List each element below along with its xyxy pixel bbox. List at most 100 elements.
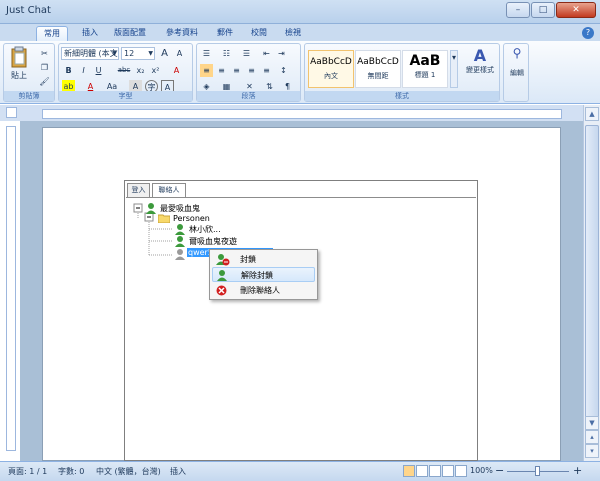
tab-review[interactable]: 校閱: [244, 26, 274, 41]
font-group: 新細明體 (本文 ▼ 12 ▼ A A B I U abc x₂ x² A ab A…: [58, 43, 193, 102]
style-heading-1[interactable]: AaB 標題 1: [402, 50, 448, 88]
style-normal[interactable]: AaBbCcD 內文: [308, 50, 354, 88]
help-icon[interactable]: ?: [582, 27, 594, 39]
minimize-button[interactable]: –: [506, 2, 530, 18]
window-title: Just Chat: [6, 5, 51, 16]
chevron-down-icon: ▼: [148, 50, 153, 57]
decrease-indent-icon[interactable]: ⇤: [260, 47, 273, 60]
styles-scroll[interactable]: ▾: [450, 50, 458, 88]
tab-selector-icon[interactable]: [6, 107, 17, 118]
distributed-icon[interactable]: ≡: [260, 64, 273, 77]
unblock-contact-icon: [217, 270, 227, 281]
font-name-combo[interactable]: 新細明體 (本文 ▼: [61, 47, 119, 60]
style-preview: AaBbCcD: [357, 57, 399, 67]
strikethrough-button[interactable]: abc: [115, 64, 133, 77]
scroll-thumb[interactable]: [585, 125, 599, 445]
increase-indent-icon[interactable]: ⇥: [275, 47, 288, 60]
tab-view[interactable]: 檢視: [278, 26, 308, 41]
style-name: 內文: [324, 72, 338, 80]
contact-offline-icon: [175, 249, 185, 260]
folder-icon: [158, 214, 170, 223]
full-screen-icon[interactable]: [416, 465, 428, 477]
next-page-icon[interactable]: ▾: [585, 444, 599, 458]
align-center-icon[interactable]: ≡: [215, 64, 228, 77]
close-button[interactable]: ✕: [556, 2, 596, 18]
tab-references[interactable]: 參考資料: [160, 26, 204, 41]
ribbon: 貼上 ✂ ❐ 🖌 剪貼簿 新細明體 (本文 ▼ 12 ▼ A A B I U abc…: [0, 41, 600, 104]
context-menu: 封鎖 解除封鎖 刪除聯絡人: [209, 249, 318, 300]
style-preview: AaB: [409, 53, 441, 69]
grow-font-button[interactable]: A: [158, 47, 171, 60]
binoculars-icon: ⚲: [512, 46, 522, 60]
format-painter-icon[interactable]: 🖌: [38, 75, 51, 88]
zoom-out-button[interactable]: −: [495, 464, 504, 477]
contact-icon: [175, 236, 185, 247]
tab-insert[interactable]: 插入: [74, 26, 106, 41]
vertical-scrollbar[interactable]: ▲ ▼ ▴ ▾: [583, 105, 600, 461]
font-name-value: 新細明體 (本文: [64, 49, 118, 58]
menu-item-block[interactable]: 封鎖: [212, 252, 315, 267]
menu-item-label: 解除封鎖: [241, 271, 273, 280]
prev-page-icon[interactable]: ▴: [585, 430, 599, 444]
word-count[interactable]: 字數: 0: [58, 466, 84, 477]
scroll-down-icon[interactable]: ▼: [585, 416, 599, 430]
styles-group: AaBbCcD 內文 AaBbCcD 無間距 AaB 標題 1 ▾ A 變更樣式 樣式: [304, 43, 500, 102]
contact-group-icon: [146, 203, 156, 214]
style-name: 無間距: [367, 72, 389, 80]
line-spacing-icon[interactable]: ↕: [277, 64, 290, 77]
style-no-spacing[interactable]: AaBbCcD 無間距: [355, 50, 401, 88]
multilevel-list-icon[interactable]: ☰: [240, 47, 253, 60]
numbering-icon[interactable]: ☷: [220, 47, 233, 60]
zoom-in-button[interactable]: +: [573, 464, 582, 477]
maximize-button[interactable]: □: [531, 2, 555, 18]
shrink-font-button[interactable]: A: [173, 47, 186, 60]
insert-mode[interactable]: 插入: [170, 466, 186, 477]
page-count[interactable]: 頁面: 1 / 1: [8, 466, 47, 477]
clear-format-button[interactable]: A: [170, 64, 183, 77]
bullets-icon[interactable]: ☰: [200, 47, 213, 60]
align-left-icon[interactable]: ≡: [200, 64, 213, 77]
chevron-down-icon: ▼: [112, 50, 117, 57]
bold-button[interactable]: B: [62, 64, 75, 77]
block-contact-icon: [216, 254, 230, 266]
contact-icon: [175, 224, 185, 235]
superscript-button[interactable]: x²: [149, 64, 162, 77]
paste-label: 貼上: [11, 71, 27, 80]
underline-button[interactable]: U: [92, 64, 105, 77]
clipboard-group-label: 剪貼簿: [4, 91, 54, 101]
align-right-icon[interactable]: ≡: [230, 64, 243, 77]
contact-label[interactable]: 林小欣...: [189, 224, 221, 235]
zoom-level[interactable]: 100%: [470, 466, 493, 475]
paragraph-group-label: 段落: [197, 91, 300, 101]
change-styles-icon: A: [473, 46, 487, 65]
copy-icon[interactable]: ❐: [38, 61, 51, 74]
print-layout-icon[interactable]: [403, 465, 415, 477]
tab-home[interactable]: 常用: [36, 26, 68, 41]
cut-icon[interactable]: ✂: [38, 47, 51, 60]
scroll-up-icon[interactable]: ▲: [585, 107, 599, 121]
justify-icon[interactable]: ≡: [245, 64, 258, 77]
tab-mailings[interactable]: 郵件: [210, 26, 240, 41]
paste-button[interactable]: 貼上: [8, 46, 30, 81]
font-size-combo[interactable]: 12 ▼: [121, 47, 155, 60]
tab-layout[interactable]: 版面配置: [108, 26, 152, 41]
web-layout-icon[interactable]: [429, 465, 441, 477]
vertical-ruler[interactable]: [6, 126, 16, 451]
horizontal-ruler[interactable]: [42, 109, 562, 119]
chat-panel: 登入 聯絡人 最愛吸血鬼 Personen 林小欣... 爾吸血鬼夜遊 qwer…: [124, 180, 478, 461]
language[interactable]: 中文 (繁體，台灣): [96, 466, 161, 477]
paragraph-group: ☰ ☷ ☰ ⇤ ⇥ ≡ ≡ ≡ ≡ ≡ ↕ ◈ ▦ ✕ ⇅ ¶ 段落: [196, 43, 301, 102]
status-bar: 頁面: 1 / 1 字數: 0 中文 (繁體，台灣) 插入 100% − +: [0, 461, 600, 481]
italic-button[interactable]: I: [77, 64, 90, 77]
contact-label[interactable]: 爾吸血鬼夜遊: [189, 236, 237, 247]
menu-item-delete[interactable]: 刪除聯絡人: [212, 283, 315, 298]
menu-item-label: 刪除聯絡人: [240, 286, 280, 295]
menu-item-unblock[interactable]: 解除封鎖: [212, 267, 315, 282]
outline-icon[interactable]: [442, 465, 454, 477]
change-styles-button[interactable]: A 變更樣式: [461, 46, 499, 75]
draft-icon[interactable]: [455, 465, 467, 477]
editing-button[interactable]: ⚲ 編輯: [506, 46, 528, 78]
subscript-button[interactable]: x₂: [134, 64, 147, 77]
zoom-slider-thumb[interactable]: [535, 466, 540, 476]
tree-group-label[interactable]: Personen: [173, 214, 210, 223]
